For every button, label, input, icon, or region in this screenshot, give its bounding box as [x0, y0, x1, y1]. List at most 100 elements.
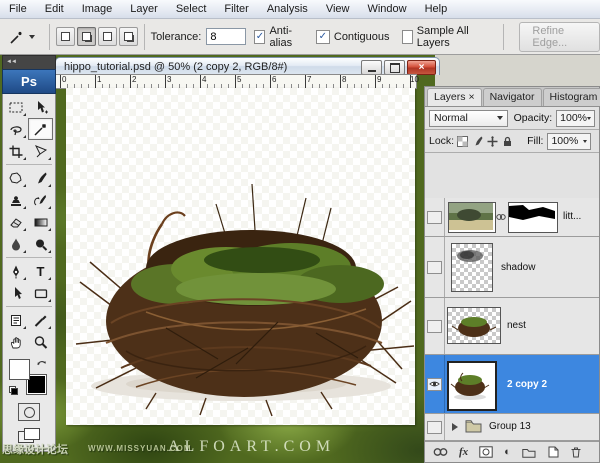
lock-all-icon[interactable]: [502, 136, 513, 147]
layer-row-group-13[interactable]: Group 13: [425, 414, 599, 441]
add-to-selection-button[interactable]: [76, 27, 96, 46]
layer-row-litt[interactable]: litt...: [425, 198, 599, 237]
visibility-toggle[interactable]: [427, 210, 442, 224]
visibility-toggle[interactable]: [427, 420, 442, 434]
lock-position-icon[interactable]: [487, 135, 498, 147]
move-tool[interactable]: [28, 96, 53, 118]
canvas[interactable]: [66, 88, 415, 425]
tab-layers[interactable]: Layers ×: [427, 88, 482, 106]
layer-thumbnail[interactable]: [447, 307, 501, 344]
layer-row-nest[interactable]: nest: [425, 298, 599, 355]
chevron-down-icon: [496, 116, 503, 120]
layer-row-2-copy-2[interactable]: 2 copy 2: [425, 355, 599, 414]
sample-all-layers-checkbox[interactable]: Sample All Layers: [401, 25, 485, 49]
blend-mode-select[interactable]: Normal: [429, 109, 508, 127]
menu-edit[interactable]: Edit: [36, 0, 73, 18]
delete-layer-icon[interactable]: [570, 446, 582, 458]
layers-panel-footer: fx ◐: [425, 441, 599, 462]
foreground-color-swatch[interactable]: [9, 359, 30, 380]
pen-tool[interactable]: [3, 260, 28, 282]
lock-image-icon[interactable]: [472, 136, 483, 147]
checkbox-checked-icon: ✓: [254, 29, 266, 44]
new-selection-button[interactable]: [55, 27, 75, 46]
type-icon: T: [36, 263, 45, 279]
refine-edge-button[interactable]: Refine Edge...: [519, 21, 600, 52]
shape-tool[interactable]: [28, 282, 53, 304]
layer-row-shadow[interactable]: shadow: [425, 237, 599, 298]
tool-grid: T: [2, 94, 56, 452]
visibility-toggle[interactable]: [427, 260, 442, 274]
quick-mask-mode-button[interactable]: [18, 403, 40, 421]
collapse-panel-button[interactable]: ◄◄: [2, 55, 56, 69]
opacity-value[interactable]: 100%: [556, 109, 595, 127]
zoom-tool[interactable]: [28, 331, 53, 353]
expand-group-icon[interactable]: [452, 423, 458, 431]
layer-thumbnail[interactable]: [447, 361, 497, 411]
layer-style-icon[interactable]: fx: [459, 446, 468, 458]
tab-histogram[interactable]: Histogram: [542, 88, 600, 106]
contiguous-checkbox[interactable]: ✓ Contiguous: [315, 29, 390, 44]
fill-value[interactable]: 100%: [547, 132, 592, 150]
close-button[interactable]: ×: [407, 60, 436, 75]
menu-image[interactable]: Image: [73, 0, 122, 18]
blur-tool[interactable]: [3, 233, 28, 255]
menu-analysis[interactable]: Analysis: [258, 0, 317, 18]
document-title-bar[interactable]: hippo_tutorial.psd @ 50% (2 copy 2, RGB/…: [55, 57, 440, 75]
tab-navigator[interactable]: Navigator: [482, 88, 542, 106]
tab-close-icon[interactable]: ×: [468, 91, 474, 103]
menu-view[interactable]: View: [317, 0, 359, 18]
tolerance-input[interactable]: [206, 28, 247, 45]
layer-thumbnail[interactable]: [448, 202, 496, 233]
tool-preset-picker[interactable]: [0, 28, 43, 46]
menu-help[interactable]: Help: [416, 0, 457, 18]
menu-select[interactable]: Select: [167, 0, 216, 18]
adjustment-layer-icon[interactable]: ◐: [504, 446, 511, 458]
menu-filter[interactable]: Filter: [215, 0, 257, 18]
layer-mask-thumbnail[interactable]: [508, 202, 558, 233]
crop-tool[interactable]: [3, 140, 28, 162]
history-brush-tool[interactable]: [28, 189, 53, 211]
path-selection-tool[interactable]: [3, 282, 28, 304]
color-swatches: [9, 359, 49, 397]
dodge-tool[interactable]: [28, 233, 53, 255]
marquee-tool[interactable]: [3, 96, 28, 118]
link-layers-icon[interactable]: [433, 447, 448, 457]
subtract-from-selection-button[interactable]: [97, 27, 117, 46]
gradient-icon: [34, 218, 47, 226]
visibility-toggle[interactable]: [427, 319, 442, 333]
swap-colors-icon[interactable]: [37, 359, 47, 368]
slice-tool[interactable]: [28, 140, 53, 162]
magic-wand-tool[interactable]: [28, 118, 53, 140]
minimize-button[interactable]: [361, 60, 382, 75]
lock-transparency-icon[interactable]: [457, 135, 469, 147]
hand-tool[interactable]: [3, 331, 28, 353]
menu-window[interactable]: Window: [358, 0, 415, 18]
chevron-down-icon: [29, 34, 35, 39]
intersect-selection-button[interactable]: [118, 27, 138, 46]
notes-tool[interactable]: [3, 309, 28, 331]
lasso-tool[interactable]: [3, 118, 28, 140]
menu-file[interactable]: File: [0, 0, 36, 18]
clone-stamp-tool[interactable]: [3, 189, 28, 211]
layer-thumbnail[interactable]: [451, 243, 493, 292]
new-layer-icon[interactable]: [547, 446, 559, 458]
gradient-tool[interactable]: [28, 211, 53, 233]
menu-layer[interactable]: Layer: [121, 0, 167, 18]
anti-alias-checkbox[interactable]: ✓ Anti-alias: [254, 25, 304, 49]
new-group-icon[interactable]: [522, 447, 536, 458]
anti-alias-label: Anti-alias: [269, 24, 293, 49]
dodge-icon: [35, 239, 47, 251]
eraser-icon: [9, 217, 22, 227]
ruler-number: 7: [307, 75, 312, 84]
maximize-button[interactable]: [384, 60, 405, 75]
move-icon: [37, 100, 48, 113]
type-tool[interactable]: T: [28, 260, 53, 282]
eyedropper-tool[interactable]: [28, 309, 53, 331]
add-mask-icon[interactable]: [479, 446, 493, 458]
rectangle-shape-icon: [34, 288, 47, 298]
eraser-tool[interactable]: [3, 211, 28, 233]
healing-brush-tool[interactable]: [3, 167, 28, 189]
visibility-toggle[interactable]: [427, 377, 442, 391]
brush-tool[interactable]: [28, 167, 53, 189]
default-colors-icon[interactable]: [9, 386, 18, 395]
